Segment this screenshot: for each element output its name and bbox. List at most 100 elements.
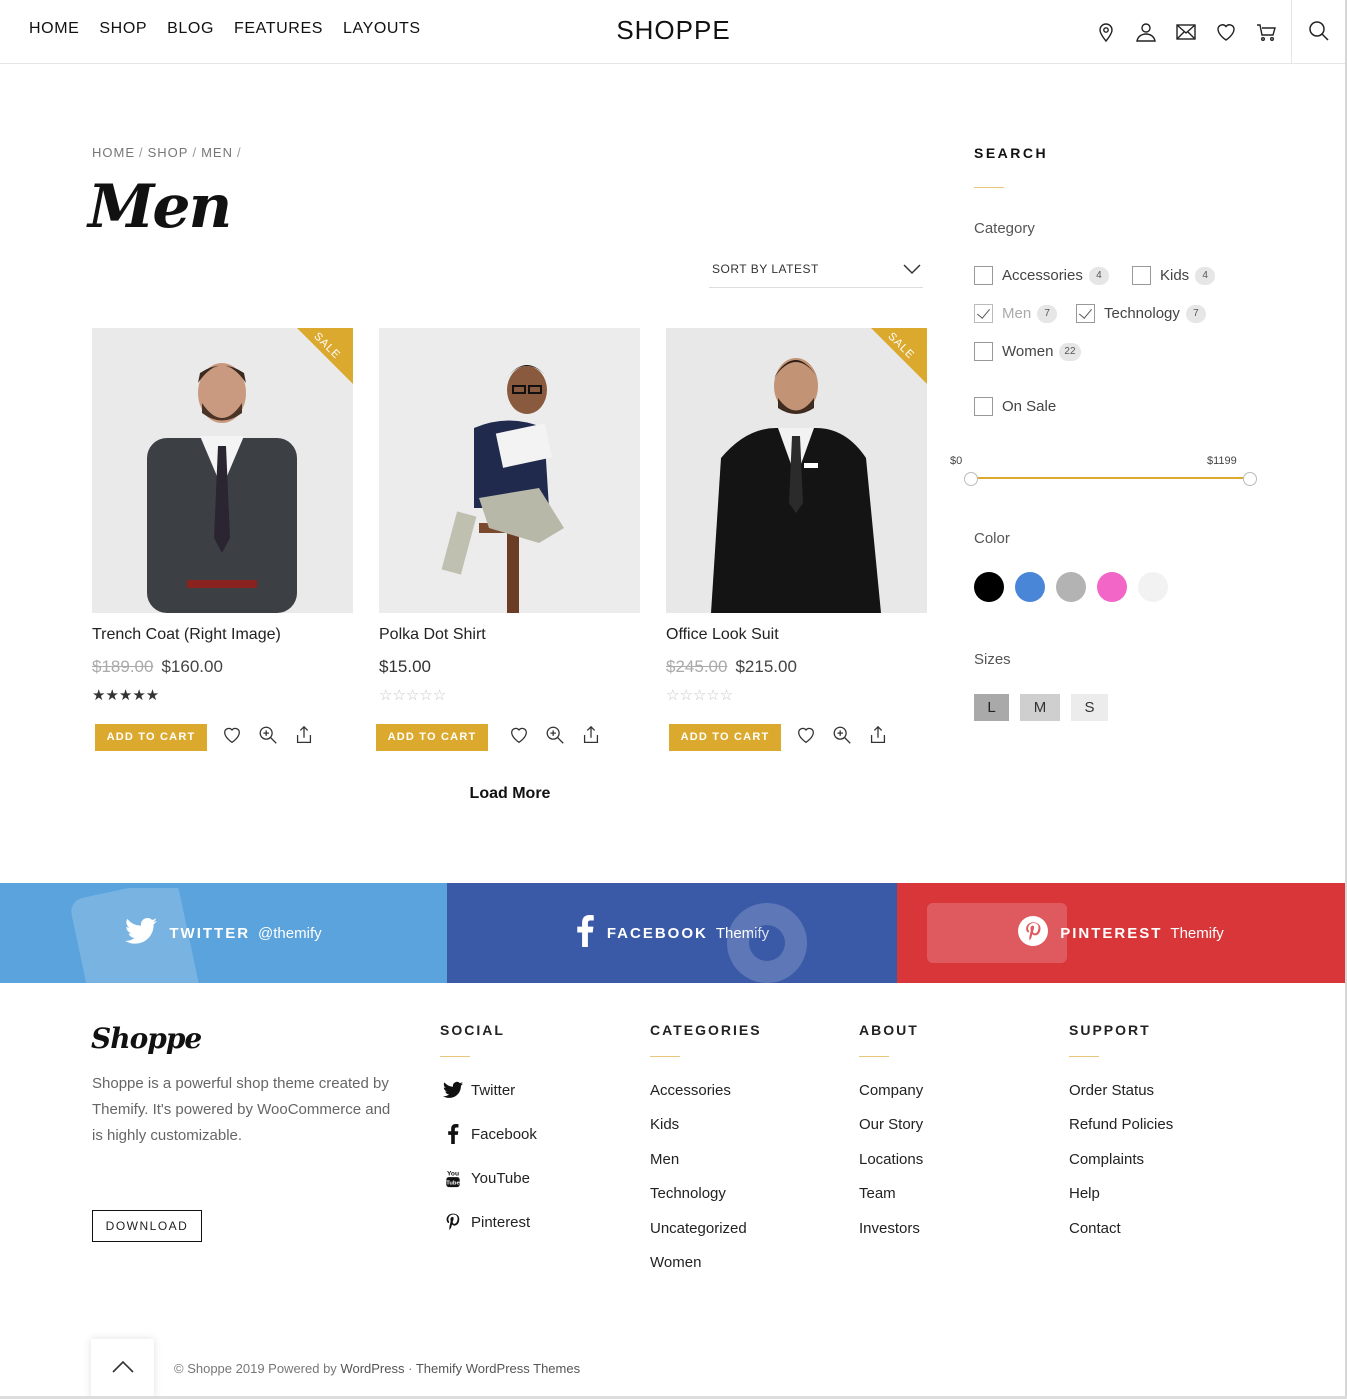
product-name[interactable]: Office Look Suit xyxy=(666,626,779,644)
pinterest-banner[interactable]: PINTEREST Themify xyxy=(897,883,1345,983)
category-label: Accessories xyxy=(1002,267,1083,284)
twitter-icon xyxy=(443,1081,463,1098)
quick-view-zoom-icon[interactable] xyxy=(544,724,566,746)
product-name[interactable]: Polka Dot Shirt xyxy=(379,626,486,644)
share-icon[interactable] xyxy=(580,724,602,746)
category-label: Men xyxy=(1002,305,1032,322)
load-more-button[interactable]: Load More xyxy=(420,785,600,803)
on-sale-label: On Sale xyxy=(1002,398,1057,415)
accent-divider xyxy=(1069,1056,1099,1057)
facebook-banner[interactable]: FACEBOOK Themify xyxy=(447,883,897,983)
user-icon[interactable] xyxy=(1134,20,1158,44)
footer-category-link[interactable]: Accessories xyxy=(650,1082,731,1099)
location-icon[interactable] xyxy=(1094,20,1118,44)
breadcrumb: HOME / SHOP / MEN / xyxy=(92,145,242,160)
checkbox[interactable] xyxy=(1076,304,1095,323)
category-filter-kids[interactable]: Kids 4 xyxy=(1132,266,1216,285)
breadcrumb-men: MEN xyxy=(201,145,233,160)
sizes-heading: Sizes xyxy=(974,651,1011,668)
footer-about-link[interactable]: Investors xyxy=(859,1220,920,1237)
category-filter-women[interactable]: Women 22 xyxy=(974,342,1081,361)
quick-view-zoom-icon[interactable] xyxy=(257,724,279,746)
wishlist-heart-icon[interactable] xyxy=(795,724,817,746)
twitter-banner[interactable]: TWITTER @themify xyxy=(0,883,447,983)
copyright-separator: · xyxy=(408,1361,413,1376)
star-rating: ☆☆☆☆☆ xyxy=(666,687,734,704)
price-range-min-handle[interactable] xyxy=(964,472,978,486)
product-card: SALE Office Look Suit $245.00 $215.00 ☆☆☆… xyxy=(666,328,927,751)
on-sale-filter[interactable]: On Sale xyxy=(974,397,1056,416)
footer-category-link[interactable]: Technology xyxy=(650,1185,726,1202)
themify-themes-link[interactable]: Themify WordPress Themes xyxy=(416,1361,580,1376)
footer-logo[interactable]: Shoppe xyxy=(91,1022,202,1055)
add-to-cart-button[interactable]: ADD TO CART xyxy=(669,724,781,751)
color-swatch-blue[interactable] xyxy=(1015,572,1045,602)
footer-category-link[interactable]: Kids xyxy=(650,1116,679,1133)
breadcrumb-home[interactable]: HOME xyxy=(92,145,135,160)
category-label: Technology xyxy=(1104,305,1180,322)
footer-category-link[interactable]: Men xyxy=(650,1151,679,1168)
footer-support-link[interactable]: Complaints xyxy=(1069,1151,1144,1168)
category-heading: Category xyxy=(974,220,1035,237)
footer-about-link[interactable]: Locations xyxy=(859,1151,923,1168)
product-image[interactable]: SALE xyxy=(666,328,927,613)
footer-about-link[interactable]: Company xyxy=(859,1082,923,1099)
wordpress-link[interactable]: WordPress xyxy=(340,1361,404,1376)
breadcrumb-shop[interactable]: SHOP xyxy=(148,145,189,160)
color-swatch-grey[interactable] xyxy=(1056,572,1086,602)
header-divider xyxy=(1291,0,1292,64)
color-swatch-pink[interactable] xyxy=(1097,572,1127,602)
footer-link-pinterest[interactable]: Pinterest xyxy=(443,1212,530,1232)
social-link-label: Twitter xyxy=(471,1081,516,1099)
category-filter-technology[interactable]: Technology 7 xyxy=(1076,304,1206,323)
footer-link-twitter[interactable]: Twitter xyxy=(443,1080,515,1100)
wishlist-heart-icon[interactable] xyxy=(508,724,530,746)
category-filter-men[interactable]: Men 7 xyxy=(974,304,1058,323)
color-swatch-black[interactable] xyxy=(974,572,1004,602)
share-icon[interactable] xyxy=(867,724,889,746)
footer-support-link[interactable]: Contact xyxy=(1069,1220,1121,1237)
footer-category-link[interactable]: Uncategorized xyxy=(650,1220,747,1237)
footer-support-link[interactable]: Refund Policies xyxy=(1069,1116,1173,1133)
checkbox[interactable] xyxy=(1132,266,1151,285)
footer-about-link[interactable]: Team xyxy=(859,1185,896,1202)
search-icon[interactable] xyxy=(1307,19,1331,48)
mail-icon[interactable] xyxy=(1174,20,1198,44)
checkbox[interactable] xyxy=(974,342,993,361)
checkbox[interactable] xyxy=(974,397,993,416)
price-range-track[interactable] xyxy=(972,477,1251,479)
price-range-max-handle[interactable] xyxy=(1243,472,1257,486)
footer-about-link[interactable]: Our Story xyxy=(859,1116,923,1133)
size-m[interactable]: M xyxy=(1020,694,1060,721)
footer-link-youtube[interactable]: You Tube YouTube xyxy=(443,1168,530,1188)
quick-view-zoom-icon[interactable] xyxy=(831,724,853,746)
back-to-top-button[interactable] xyxy=(91,1339,154,1399)
header-icons xyxy=(1094,20,1278,44)
cart-icon[interactable] xyxy=(1254,20,1278,44)
download-button[interactable]: DOWNLOAD xyxy=(92,1210,202,1242)
product-price: $245.00 $215.00 xyxy=(666,657,797,677)
add-to-cart-button[interactable]: ADD TO CART xyxy=(95,724,207,751)
price-min-label: $0 xyxy=(950,455,963,467)
add-to-cart-button[interactable]: ADD TO CART xyxy=(376,724,488,751)
footer-link-facebook[interactable]: Facebook xyxy=(443,1124,537,1144)
product-image[interactable] xyxy=(379,328,640,613)
footer-support-link[interactable]: Order Status xyxy=(1069,1082,1154,1099)
count-badge: 4 xyxy=(1088,266,1109,285)
share-icon[interactable] xyxy=(293,724,315,746)
product-image[interactable]: SALE xyxy=(92,328,353,613)
chevron-down-icon xyxy=(903,263,921,278)
sort-dropdown[interactable]: SORT BY LATEST xyxy=(709,255,923,288)
checkbox[interactable] xyxy=(974,266,993,285)
checkbox[interactable] xyxy=(974,304,993,323)
heart-icon[interactable] xyxy=(1214,20,1238,44)
product-price: $15.00 xyxy=(379,657,431,677)
wishlist-heart-icon[interactable] xyxy=(221,724,243,746)
category-filter-accessories[interactable]: Accessories 4 xyxy=(974,266,1109,285)
footer-category-link[interactable]: Women xyxy=(650,1254,701,1271)
size-l[interactable]: L xyxy=(974,694,1009,721)
size-s[interactable]: S xyxy=(1071,694,1108,721)
footer-support-link[interactable]: Help xyxy=(1069,1185,1100,1202)
product-name[interactable]: Trench Coat (Right Image) xyxy=(92,626,281,644)
color-swatch-white[interactable] xyxy=(1138,572,1168,602)
